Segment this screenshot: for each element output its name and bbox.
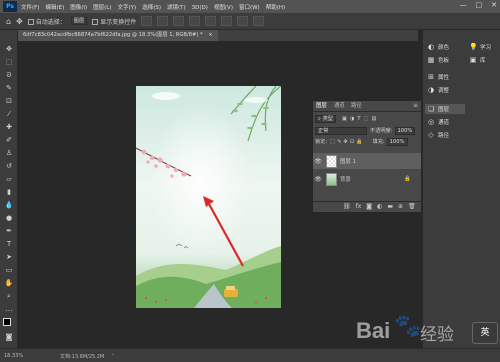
properties-icon: ⊞ [428, 73, 434, 81]
fx-icon[interactable]: fx [356, 203, 362, 210]
layer-row-1[interactable]: 👁 图层 1 [313, 153, 421, 169]
dock-label: 图层 [438, 107, 450, 113]
paths-icon: ◇ [428, 131, 434, 139]
visibility-eye-icon[interactable]: 👁 [313, 158, 323, 165]
dock-label: 路径 [438, 133, 450, 139]
dock-properties[interactable]: ⊞ 属性 [427, 72, 449, 82]
lock-icons[interactable]: ⬚✎✥⊡🔒 [330, 139, 364, 145]
layer-name: 图层 1 [340, 159, 356, 165]
visibility-eye-icon[interactable]: 👁 [313, 176, 323, 183]
lightbulb-icon: 💡 [469, 43, 478, 51]
adjustments-icon: ◑ [427, 86, 435, 94]
dock-label: 调整 [438, 88, 450, 94]
dock-label: 属性 [438, 75, 450, 81]
opacity-label: 不透明度: [370, 128, 393, 134]
panel-menu-icon[interactable]: ≡ [413, 102, 418, 109]
palette-icon: ◐ [427, 43, 435, 51]
dock-label: 学习 [480, 45, 492, 51]
dock-layers[interactable]: ❏ 图层 [425, 104, 465, 114]
fill-label: 填充: [372, 139, 385, 145]
opacity-input[interactable]: 100% [394, 126, 416, 135]
filter-dropdown[interactable]: ⌕ 类型 [315, 114, 336, 123]
baidu-watermark: Bai 🐾 经验 [348, 312, 478, 352]
fill-input[interactable]: 100% [386, 137, 408, 146]
lock-icon: 🔒 [404, 176, 411, 182]
paths-tab[interactable]: 路径 [351, 101, 362, 111]
blend-mode-dropdown[interactable]: 正常 [315, 126, 367, 135]
ime-indicator[interactable]: 英 [472, 322, 498, 344]
dock-color[interactable]: ◐ 颜色 [427, 42, 449, 52]
paw-icon: 🐾 [394, 314, 422, 339]
document-size: 文档:13.8M/25.2M [60, 354, 105, 360]
libraries-icon: ▣ [469, 56, 477, 64]
lock-row: 锁定: ⬚✎✥⊡🔒 填充: 100% [315, 137, 419, 146]
new-layer-icon[interactable]: ⊕ [398, 203, 403, 210]
swatches-icon: ▦ [427, 56, 435, 64]
link-icon[interactable]: ⛓ [343, 203, 351, 210]
dock-label: 颜色 [438, 45, 450, 51]
blend-row: 正常 不透明度: 100% [315, 126, 419, 135]
right-dock: ◐ 颜色 ▦ 色板 ⊞ 属性 ◑ 调整 ❏ 图层 ◎ 通道 ◇ 路径 💡 学习 ▣ 库 [422, 30, 500, 348]
layer-name: 背景 [340, 177, 351, 183]
dock-learn[interactable]: 💡 学习 [469, 42, 491, 52]
lock-label: 锁定: [315, 139, 328, 145]
layers-tab[interactable]: 图层 [316, 101, 327, 111]
dock-label: 色板 [438, 58, 450, 64]
layer-row-background[interactable]: 👁 背景 🔒 [313, 171, 421, 187]
adjustment-layer-icon[interactable]: ◐ [377, 203, 382, 210]
channels-tab[interactable]: 通道 [334, 101, 345, 111]
watermark-text: Bai [356, 318, 391, 343]
dock-swatches[interactable]: ▦ 色板 [427, 55, 449, 65]
filter-row: ⌕ 类型 ▣◑T⬚▤ [315, 114, 419, 123]
watermark-text-2: 经验 [420, 325, 454, 345]
zoom-level[interactable]: 18.33% [4, 353, 23, 359]
trash-icon[interactable]: 🗑 [408, 203, 416, 210]
layer-thumbnail [326, 154, 337, 168]
layers-icon: ❏ [427, 105, 435, 113]
filter-label: 类型 [322, 115, 333, 122]
layers-panel: 图层 通道 路径 ≡ ⌕ 类型 ▣◑T⬚▤ 正常 不透明度: 100% 锁定: … [312, 100, 422, 213]
dock-label: 通道 [438, 120, 450, 126]
layer-thumbnail [326, 172, 337, 186]
layers-footer: ⛓ fx ◙ ◐ ▬ ⊕ 🗑 [343, 203, 416, 210]
dock-channels[interactable]: ◎ 通道 [427, 117, 449, 127]
group-icon[interactable]: ▬ [387, 203, 393, 210]
status-arrow-icon[interactable]: › [112, 352, 114, 358]
filter-icons[interactable]: ▣◑T⬚▤ [342, 116, 379, 122]
dock-label: 库 [480, 58, 486, 64]
dock-paths[interactable]: ◇ 路径 [427, 130, 449, 140]
dock-libraries[interactable]: ▣ 库 [469, 55, 486, 65]
mask-icon[interactable]: ◙ [366, 203, 372, 210]
channels-icon: ◎ [427, 118, 435, 126]
dock-adjustments[interactable]: ◑ 调整 [427, 85, 449, 95]
